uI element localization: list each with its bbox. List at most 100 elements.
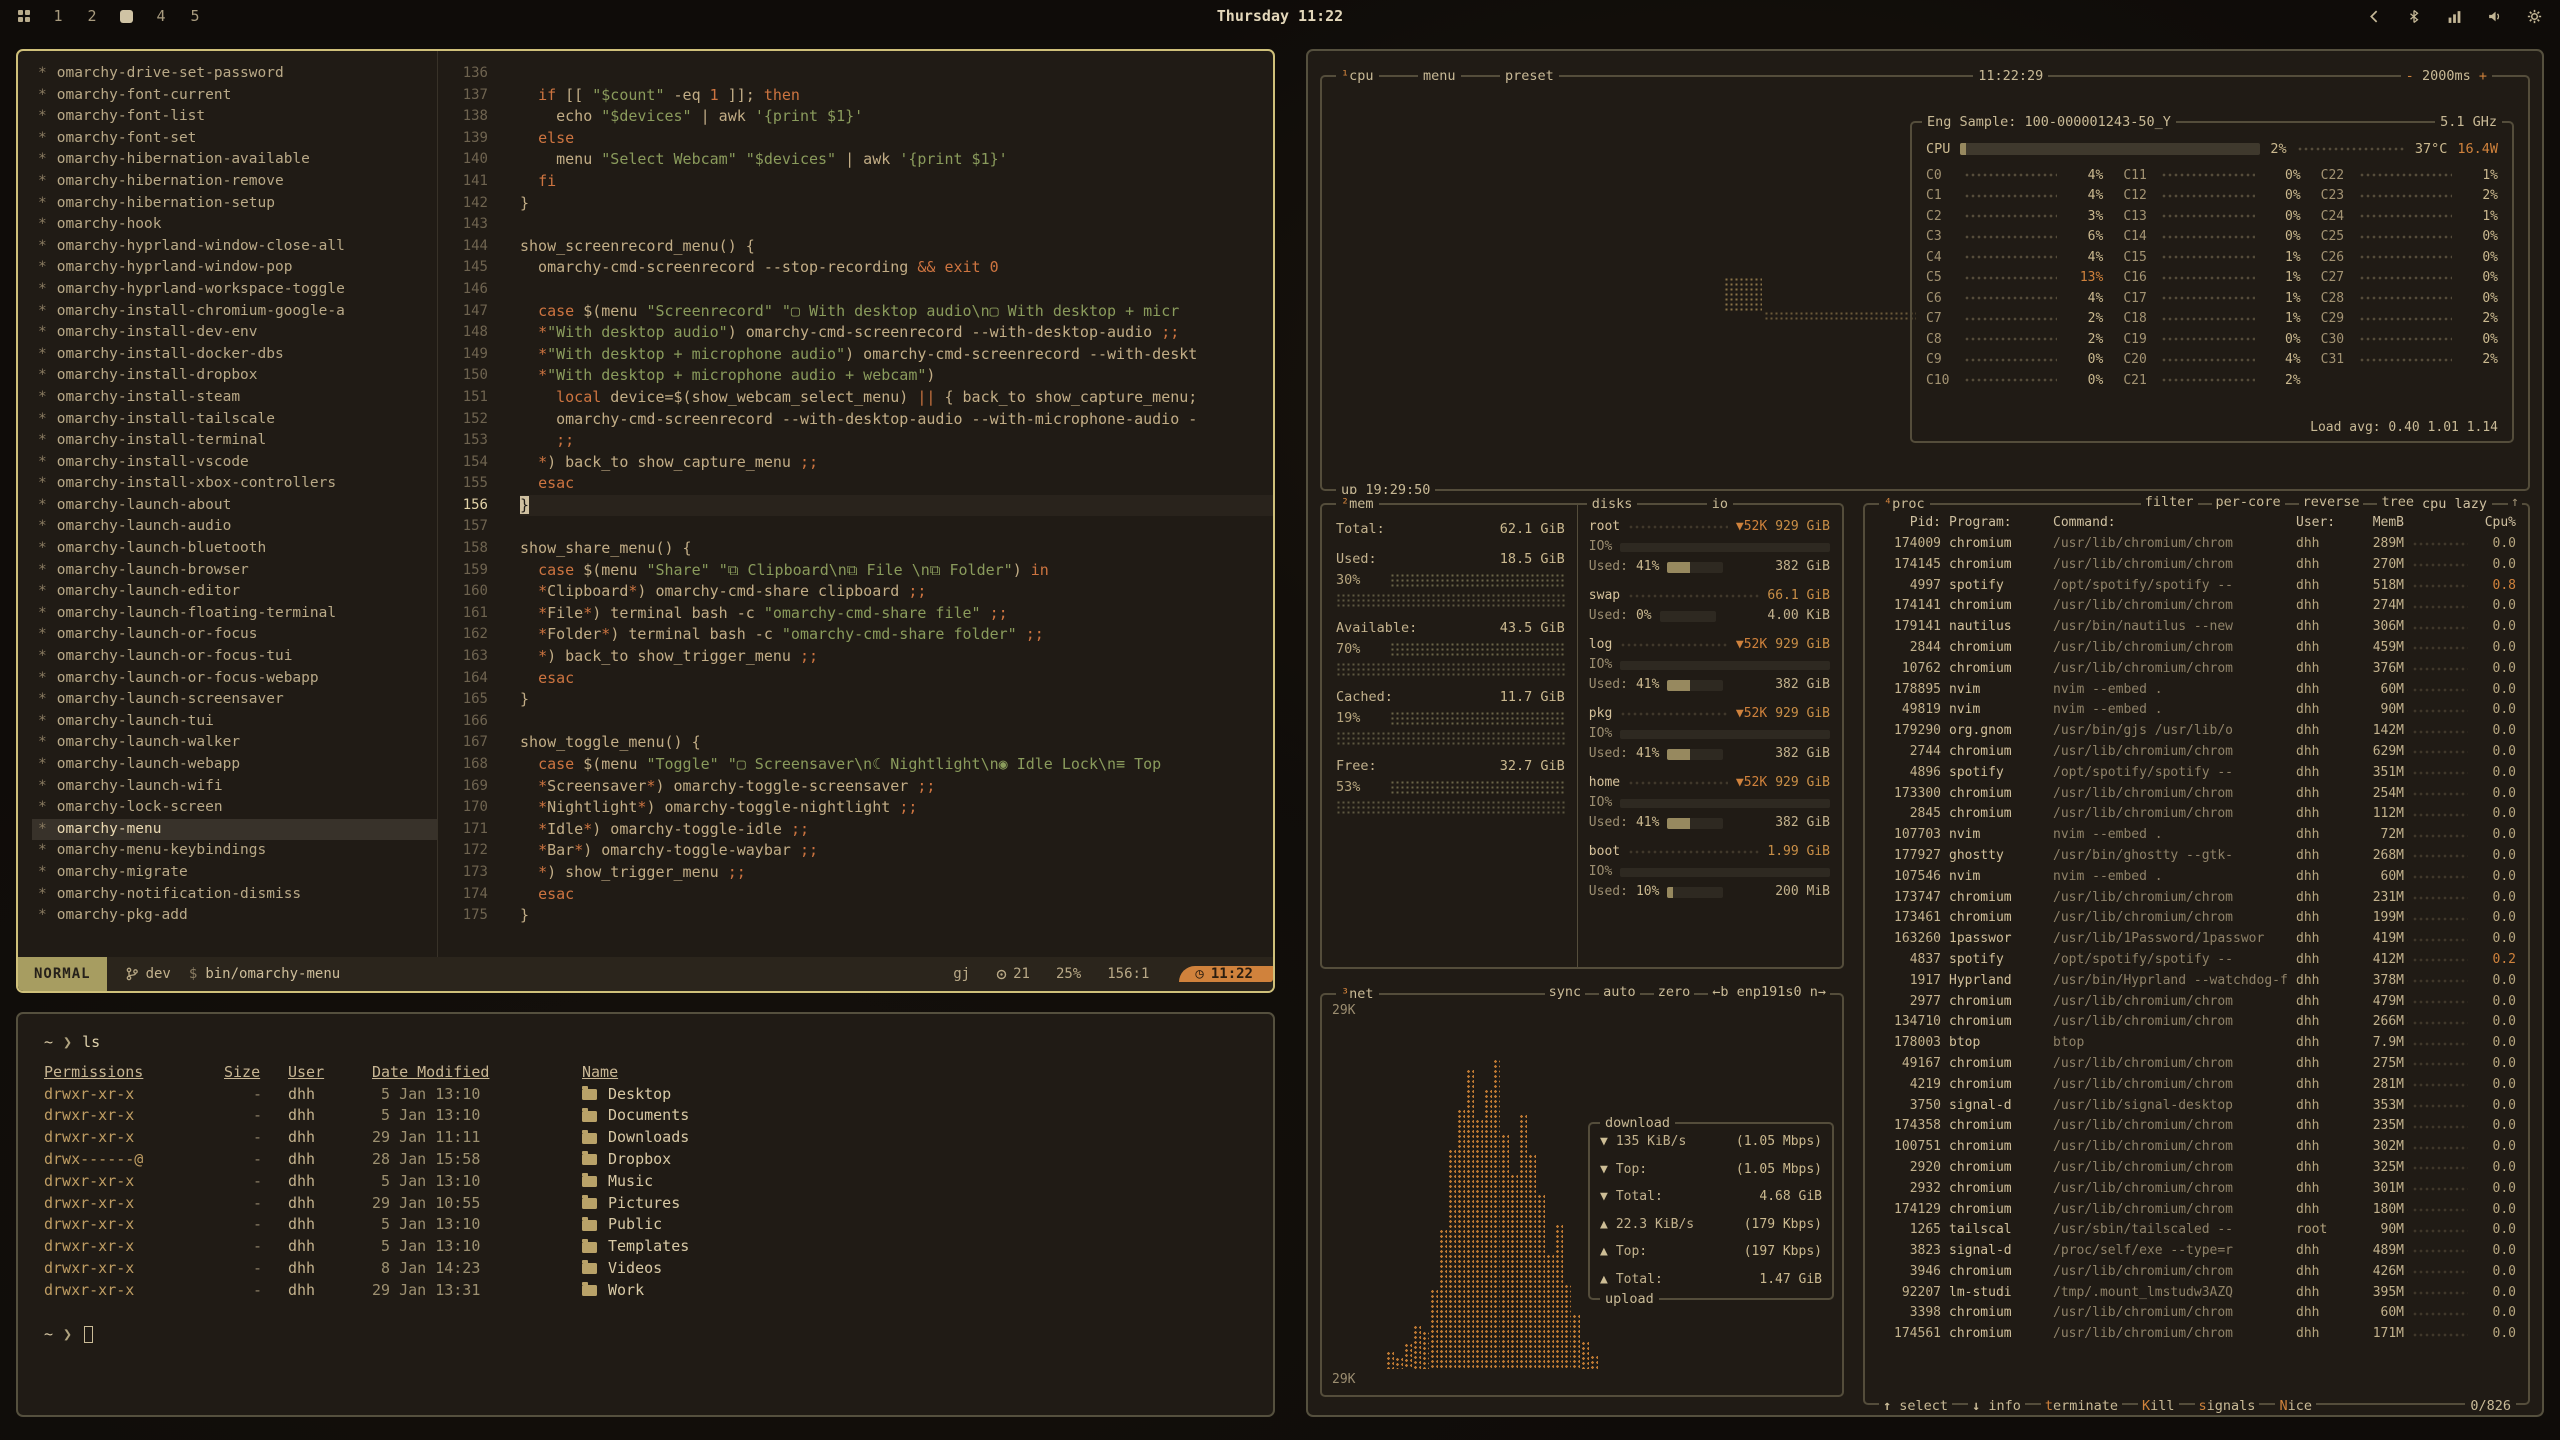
cpu-box-title[interactable]: ¹cpu	[1336, 66, 1379, 86]
outline-item[interactable]: *omarchy-install-chromium-google-a	[32, 301, 437, 323]
process-row[interactable]: 3946chromium/usr/lib/chromium/chromdhh42…	[1877, 1262, 2516, 1283]
process-row[interactable]: 49819nvimnvim --embed .dhh90M0.0	[1877, 700, 2516, 721]
process-row[interactable]: 107546nvimnvim --embed .dhh60M0.0	[1877, 867, 2516, 888]
outline-item[interactable]: *omarchy-drive-set-password	[32, 63, 437, 85]
outline-item[interactable]: *omarchy-hook	[32, 214, 437, 236]
outline-item[interactable]: *omarchy-migrate	[32, 862, 437, 884]
process-row[interactable]: 4837spotify/opt/spotify/spotify --dhh412…	[1877, 950, 2516, 971]
process-row[interactable]: 49167chromium/usr/lib/chromium/chromdhh2…	[1877, 1054, 2516, 1075]
code-line[interactable]: esac	[520, 884, 1273, 906]
outline-item[interactable]: *omarchy-lock-screen	[32, 797, 437, 819]
code-line[interactable]: }	[520, 689, 1273, 711]
menu-button[interactable]: menu	[1418, 66, 1461, 86]
process-row[interactable]: 2744chromium/usr/lib/chromium/chromdhh62…	[1877, 742, 2516, 763]
proc-action-nice[interactable]: Nice	[2275, 1398, 2316, 1414]
outline-item[interactable]: *omarchy-launch-walker	[32, 732, 437, 754]
outline-item[interactable]: *omarchy-install-dev-env	[32, 322, 437, 344]
workspace-4[interactable]: 4	[155, 7, 167, 25]
outline-item[interactable]: *omarchy-launch-browser	[32, 560, 437, 582]
process-row[interactable]: 174009chromium/usr/lib/chromium/chromdhh…	[1877, 534, 2516, 555]
code-line[interactable]	[520, 711, 1273, 733]
process-row[interactable]: 1917Hyprland/usr/bin/Hyprland --watchdog…	[1877, 971, 2516, 992]
outline-item[interactable]: *omarchy-launch-audio	[32, 516, 437, 538]
code-area[interactable]: if [[ "$count" -eq 1 ]]; then echo "$dev…	[502, 51, 1273, 957]
workspace-3-active[interactable]	[120, 10, 133, 23]
process-row[interactable]: 178895nvimnvim --embed .dhh60M0.0	[1877, 680, 2516, 701]
proc-action-info[interactable]: ↓ info	[1968, 1398, 2025, 1414]
outline-item[interactable]: *omarchy-launch-about	[32, 495, 437, 517]
outline-item[interactable]: *omarchy-launch-or-focus-tui	[32, 646, 437, 668]
outline-item[interactable]: *omarchy-launch-or-focus	[32, 624, 437, 646]
proc-box-title[interactable]: ⁴proc	[1879, 494, 1930, 514]
outline-item[interactable]: *omarchy-hyprland-window-close-all	[32, 236, 437, 258]
code-line[interactable]: }	[520, 905, 1273, 927]
process-row[interactable]: 2932chromium/usr/lib/chromium/chromdhh30…	[1877, 1179, 2516, 1200]
preset-button[interactable]: preset	[1500, 66, 1559, 86]
outline-item[interactable]: *omarchy-launch-floating-terminal	[32, 603, 437, 625]
mem-box-title[interactable]: ²mem	[1336, 494, 1379, 514]
code-line[interactable]	[520, 214, 1273, 236]
process-row[interactable]: 179141nautilus/usr/bin/nautilus --newdhh…	[1877, 617, 2516, 638]
net-option-zero[interactable]: zero	[1654, 984, 1695, 1000]
proc-action-signals[interactable]: signals	[2195, 1398, 2260, 1414]
code-line[interactable]	[520, 516, 1273, 538]
chevron-left-icon[interactable]	[2366, 8, 2382, 24]
code-line[interactable]	[520, 63, 1273, 85]
outline-item[interactable]: *omarchy-launch-bluetooth	[32, 538, 437, 560]
current-prompt[interactable]: ~ ❯	[44, 1324, 1247, 1346]
code-line[interactable]: }	[520, 193, 1273, 215]
code-line[interactable]: case $(menu "Screenrecord" "▢ With deskt…	[520, 301, 1273, 323]
code-line[interactable]: show_share_menu() {	[520, 538, 1273, 560]
outline-item[interactable]: *omarchy-launch-wifi	[32, 776, 437, 798]
process-row[interactable]: 2920chromium/usr/lib/chromium/chromdhh32…	[1877, 1158, 2516, 1179]
code-line[interactable]: esac	[520, 473, 1273, 495]
launcher-icon[interactable]	[18, 10, 30, 22]
code-line[interactable]: *Idle*) omarchy-toggle-idle ;;	[520, 819, 1273, 841]
sort-selector[interactable]: cpu lazy	[2417, 494, 2492, 514]
code-line[interactable]: fi	[520, 171, 1273, 193]
proc-option-per-core[interactable]: per-core	[2212, 494, 2285, 510]
process-row[interactable]: 92207lm-studi/tmp/.mount_lmstudw3AZQdhh3…	[1877, 1283, 2516, 1304]
code-line[interactable]: }	[520, 495, 1273, 517]
gear-icon[interactable]	[2526, 8, 2542, 24]
process-row[interactable]: 3823signal-d/proc/self/exe --type=rdhh48…	[1877, 1241, 2516, 1262]
outline-item[interactable]: *omarchy-install-steam	[32, 387, 437, 409]
process-row[interactable]: 4997spotify/opt/spotify/spotify --dhh518…	[1877, 576, 2516, 597]
process-row[interactable]: 178003btopbtopdhh7.9M0.0	[1877, 1033, 2516, 1054]
code-line[interactable]: ;;	[520, 430, 1273, 452]
code-line[interactable]: *Bar*) omarchy-toggle-waybar ;;	[520, 840, 1273, 862]
code-line[interactable]: if [[ "$count" -eq 1 ]]; then	[520, 85, 1273, 107]
workspace-5[interactable]: 5	[189, 7, 201, 25]
net-option-sync[interactable]: sync	[1545, 984, 1586, 1000]
code-line[interactable]: local device=$(show_webcam_select_menu) …	[520, 387, 1273, 409]
process-row[interactable]: 174145chromium/usr/lib/chromium/chromdhh…	[1877, 555, 2516, 576]
outline-item[interactable]: *omarchy-pkg-add	[32, 905, 437, 927]
outline-item[interactable]: *omarchy-launch-or-focus-webapp	[32, 668, 437, 690]
outline-item[interactable]: *omarchy-hibernation-remove	[32, 171, 437, 193]
process-row[interactable]: 10762chromium/usr/lib/chromium/chromdhh3…	[1877, 659, 2516, 680]
process-row[interactable]: 177927ghostty/usr/bin/ghostty --gtk-dhh2…	[1877, 846, 2516, 867]
process-row[interactable]: 3750signal-d/usr/lib/signal-desktopdhh35…	[1877, 1096, 2516, 1117]
code-line[interactable]: *Clipboard*) omarchy-cmd-share clipboard…	[520, 581, 1273, 603]
proc-option-tree[interactable]: tree	[2377, 494, 2418, 510]
outline-item[interactable]: *omarchy-font-current	[32, 85, 437, 107]
net-option-auto[interactable]: auto	[1599, 984, 1640, 1000]
process-row[interactable]: 173461chromium/usr/lib/chromium/chromdhh…	[1877, 908, 2516, 929]
code-line[interactable]: *"With desktop + microphone audio + webc…	[520, 365, 1273, 387]
outline-item[interactable]: *omarchy-launch-webapp	[32, 754, 437, 776]
proc-action-terminate[interactable]: terminate	[2041, 1398, 2122, 1414]
proc-action-kill[interactable]: Kill	[2138, 1398, 2179, 1414]
code-line[interactable]: *File*) terminal bash -c "omarchy-cmd-sh…	[520, 603, 1273, 625]
scroll-up-indicator[interactable]: ↑	[2508, 494, 2522, 510]
process-row[interactable]: 4219chromium/usr/lib/chromium/chromdhh28…	[1877, 1075, 2516, 1096]
code-line[interactable]: echo "$devices" | awk '{print $1}'	[520, 106, 1273, 128]
code-line[interactable]: omarchy-cmd-screenrecord --with-desktop-…	[520, 409, 1273, 431]
process-row[interactable]: 4896spotify/opt/spotify/spotify --dhh351…	[1877, 763, 2516, 784]
net-option--b-enp191s0-n-[interactable]: ←b enp191s0 n→	[1708, 984, 1830, 1000]
io-toggle[interactable]: io	[1707, 494, 1733, 514]
code-line[interactable]: esac	[520, 668, 1273, 690]
outline-item[interactable]: *omarchy-launch-screensaver	[32, 689, 437, 711]
terminal-window[interactable]: ~ ❯ ls PermissionsSizeUserDate ModifiedN…	[16, 1012, 1275, 1417]
proc-action-select[interactable]: ↑ select	[1879, 1398, 1952, 1414]
code-line[interactable]: else	[520, 128, 1273, 150]
